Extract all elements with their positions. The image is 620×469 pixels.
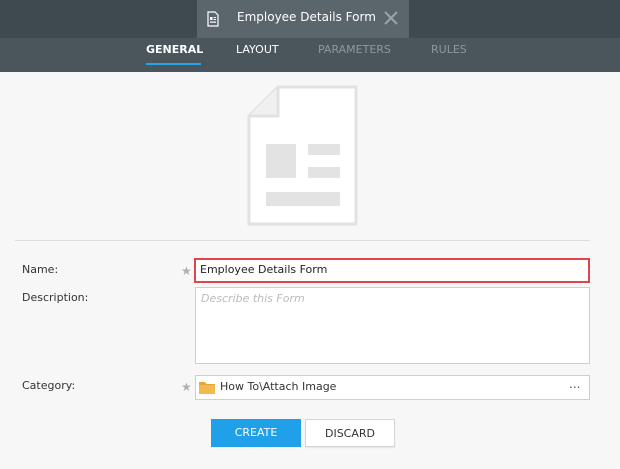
close-icon[interactable]	[384, 11, 398, 25]
tab-general[interactable]: GENERAL	[146, 43, 203, 56]
category-picker[interactable]: How To\Attach Image ...	[195, 375, 590, 400]
form-document-icon	[207, 11, 219, 27]
browse-button[interactable]: ...	[569, 377, 580, 391]
discard-button[interactable]: DISCARD	[305, 419, 395, 447]
description-placeholder: Describe this Form	[201, 292, 305, 305]
section-divider	[15, 240, 590, 241]
form-document-icon	[247, 85, 358, 226]
section-tabs: GENERAL LAYOUT PARAMETERS RULES	[0, 38, 620, 72]
folder-icon	[199, 382, 215, 394]
tab-rules[interactable]: RULES	[431, 43, 467, 56]
required-star-icon: ★	[181, 380, 192, 394]
tab-parameters[interactable]: PARAMETERS	[318, 43, 391, 56]
category-label: Category:	[22, 379, 76, 392]
required-star-icon: ★	[181, 264, 192, 278]
name-label: Name:	[22, 263, 59, 276]
category-value: How To\Attach Image	[220, 380, 337, 393]
name-field[interactable]: Employee Details Form	[194, 258, 590, 283]
document-tab[interactable]: Employee Details Form	[197, 0, 409, 38]
tab-layout[interactable]: LAYOUT	[236, 43, 279, 56]
active-tab-indicator	[146, 63, 201, 65]
description-label: Description:	[22, 291, 89, 304]
description-field[interactable]: Describe this Form	[195, 287, 590, 364]
create-button[interactable]: CREATE	[211, 419, 301, 447]
name-field-value: Employee Details Form	[200, 263, 328, 276]
document-tab-title: Employee Details Form	[237, 10, 376, 24]
